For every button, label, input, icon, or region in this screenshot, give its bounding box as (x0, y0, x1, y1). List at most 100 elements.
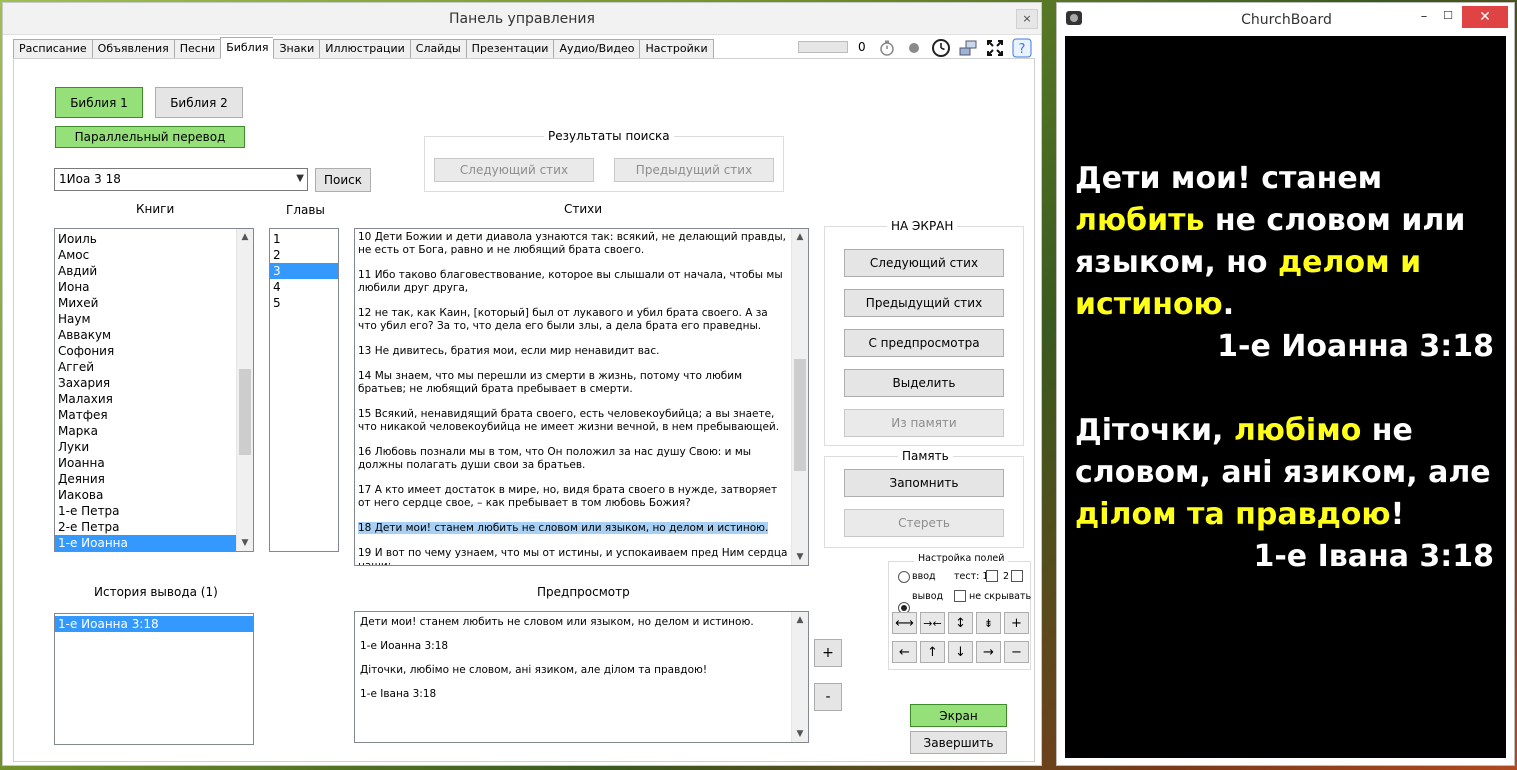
field-minus-button[interactable]: − (1004, 641, 1029, 663)
scroll-down-icon[interactable]: ▼ (237, 535, 253, 551)
remember-button[interactable]: Запомнить (844, 469, 1004, 497)
history-item[interactable]: 1-е Иоанна 3:18 (55, 616, 253, 632)
next-verse-button[interactable]: Следующий стих (844, 249, 1004, 277)
chapter-item[interactable]: 1 (270, 231, 338, 247)
fullscreen-icon[interactable] (984, 37, 1006, 59)
chapter-item[interactable]: 3 (270, 263, 338, 279)
verse-item[interactable]: 12 не так, как Каин, [который] был от лу… (358, 307, 788, 333)
verse-item[interactable]: 15 Всякий, ненавидящий брата своего, ест… (358, 408, 788, 434)
display-settings-icon[interactable] (957, 37, 979, 59)
chapter-item[interactable]: 5 (270, 295, 338, 311)
history-list[interactable]: 1-е Иоанна 3:18 (54, 613, 254, 745)
verse-item[interactable]: 19 И вот по чему узнаем, что мы от истин… (358, 547, 788, 565)
tab-1[interactable]: Объявления (91, 39, 174, 59)
bible2-button[interactable]: Библия 2 (155, 87, 243, 118)
scroll-up-icon[interactable]: ▲ (792, 229, 808, 245)
books-list[interactable]: Иоиль Амос Авдий Иона Михей Наум Аввакум Софони… (54, 228, 254, 552)
book-item[interactable]: Матфея (55, 407, 253, 423)
scroll-down-icon[interactable]: ▼ (792, 549, 808, 565)
tab-6[interactable]: Слайды (409, 39, 466, 59)
books-scrollbar[interactable]: ▲ ▼ (236, 229, 253, 551)
clock-icon[interactable] (930, 37, 952, 59)
book-item[interactable]: Амос (55, 247, 253, 263)
tab-8[interactable]: Аудио/Видео (553, 39, 640, 59)
preview-box[interactable]: Дети мои! станем любить не словом или яз… (354, 611, 809, 743)
verses-list[interactable]: 10 Дети Божии и дети диавола узнаются та… (354, 228, 809, 566)
move-left-icon[interactable]: ← (892, 641, 917, 663)
tab-5[interactable]: Иллюстрации (319, 39, 410, 59)
books-scroll-thumb[interactable] (239, 369, 251, 455)
tab-0[interactable]: Расписание (13, 39, 92, 59)
tab-9[interactable]: Настройки (639, 39, 714, 59)
book-item[interactable]: Деяния (55, 471, 253, 487)
chapters-list[interactable]: 12345 (269, 228, 339, 552)
close-icon[interactable]: ✕ (1462, 6, 1508, 28)
search-combo[interactable]: 1Иоа 3 18 ▼ (54, 168, 308, 191)
book-item[interactable]: 1-е Иоанна (55, 535, 253, 551)
chapter-item[interactable]: 2 (270, 247, 338, 263)
shrink-vertical-icon[interactable]: ⇟ (976, 612, 1001, 634)
book-item[interactable]: Михей (55, 295, 253, 311)
shrink-horizontal-icon[interactable]: →← (920, 612, 945, 634)
from-memory-button[interactable]: Из памяти (844, 409, 1004, 437)
font-increase-button[interactable]: + (814, 639, 842, 667)
prev-verse-button[interactable]: Предыдущий стих (844, 289, 1004, 317)
tab-3[interactable]: Библия (220, 37, 274, 59)
test2-checkbox[interactable] (1011, 570, 1023, 582)
bible1-button[interactable]: Библия 1 (55, 87, 143, 118)
tab-4[interactable]: Знаки (273, 39, 320, 59)
font-decrease-button[interactable]: - (814, 683, 842, 711)
maximize-icon[interactable]: ☐ (1438, 9, 1458, 27)
expand-horizontal-icon[interactable]: ⟷ (892, 612, 917, 634)
book-item[interactable]: 2-е Петра (55, 519, 253, 535)
verses-scroll-thumb[interactable] (794, 359, 806, 471)
field-plus-button[interactable]: + (1004, 612, 1029, 634)
from-preview-button[interactable]: С предпросмотра (844, 329, 1004, 357)
book-item[interactable]: Наум (55, 311, 253, 327)
verse-item[interactable]: 11 Ибо таково благовествование, которое … (358, 269, 788, 295)
book-item[interactable]: 1-е Петра (55, 503, 253, 519)
chapter-item[interactable]: 4 (270, 279, 338, 295)
verses-scrollbar[interactable]: ▲ ▼ (791, 229, 808, 565)
search-next-verse-button[interactable]: Следующий стих (434, 158, 594, 182)
book-item[interactable]: Авдий (55, 263, 253, 279)
stopwatch-icon[interactable] (876, 37, 898, 59)
book-item[interactable]: Захария (55, 375, 253, 391)
close-button[interactable]: × (1016, 9, 1038, 29)
screen-button[interactable]: Экран (910, 704, 1007, 727)
verse-item[interactable]: 14 Мы знаем, что мы перешли из смерти в … (358, 370, 788, 396)
preview-scrollbar[interactable]: ▲ ▼ (791, 612, 808, 742)
minimize-icon[interactable]: – (1414, 9, 1434, 27)
expand-vertical-icon[interactable]: ↕ (948, 612, 973, 634)
search-button[interactable]: Поиск (315, 168, 371, 192)
verse-item[interactable]: 10 Дети Божии и дети диавола узнаются та… (358, 231, 788, 257)
scroll-up-icon[interactable]: ▲ (237, 229, 253, 245)
verse-item[interactable]: 16 Любовь познали мы в том, что Он полож… (358, 446, 788, 472)
scroll-down-icon[interactable]: ▼ (792, 726, 808, 742)
book-item[interactable]: Иакова (55, 487, 253, 503)
book-item[interactable]: Малахия (55, 391, 253, 407)
book-item[interactable]: Марка (55, 423, 253, 439)
move-up-icon[interactable]: ↑ (920, 641, 945, 663)
book-item[interactable]: Аввакум (55, 327, 253, 343)
help-icon[interactable]: ? (1011, 37, 1033, 59)
tab-2[interactable]: Песни (173, 39, 221, 59)
verse-item[interactable]: 13 Не дивитесь, братия мои, если мир нен… (358, 345, 788, 358)
scroll-up-icon[interactable]: ▲ (792, 612, 808, 628)
test1-checkbox[interactable] (986, 570, 998, 582)
no-hide-checkbox[interactable] (954, 590, 966, 602)
move-right-icon[interactable]: → (976, 641, 1001, 663)
book-item[interactable]: Аггей (55, 359, 253, 375)
book-item[interactable]: Иоиль (55, 231, 253, 247)
book-item[interactable]: Иоанна (55, 455, 253, 471)
input-radio[interactable] (898, 571, 910, 583)
verse-item[interactable]: 18 Дети мои! станем любить не словом или… (358, 522, 788, 535)
verse-item[interactable]: 17 А кто имеет достаток в мире, но, видя… (358, 484, 788, 510)
book-item[interactable]: Иона (55, 279, 253, 295)
finish-button[interactable]: Завершить (910, 731, 1007, 754)
record-icon[interactable] (903, 37, 925, 59)
parallel-translation-button[interactable]: Параллельный перевод (55, 126, 245, 148)
book-item[interactable]: Луки (55, 439, 253, 455)
select-button[interactable]: Выделить (844, 369, 1004, 397)
search-prev-verse-button[interactable]: Предыдущий стих (614, 158, 774, 182)
